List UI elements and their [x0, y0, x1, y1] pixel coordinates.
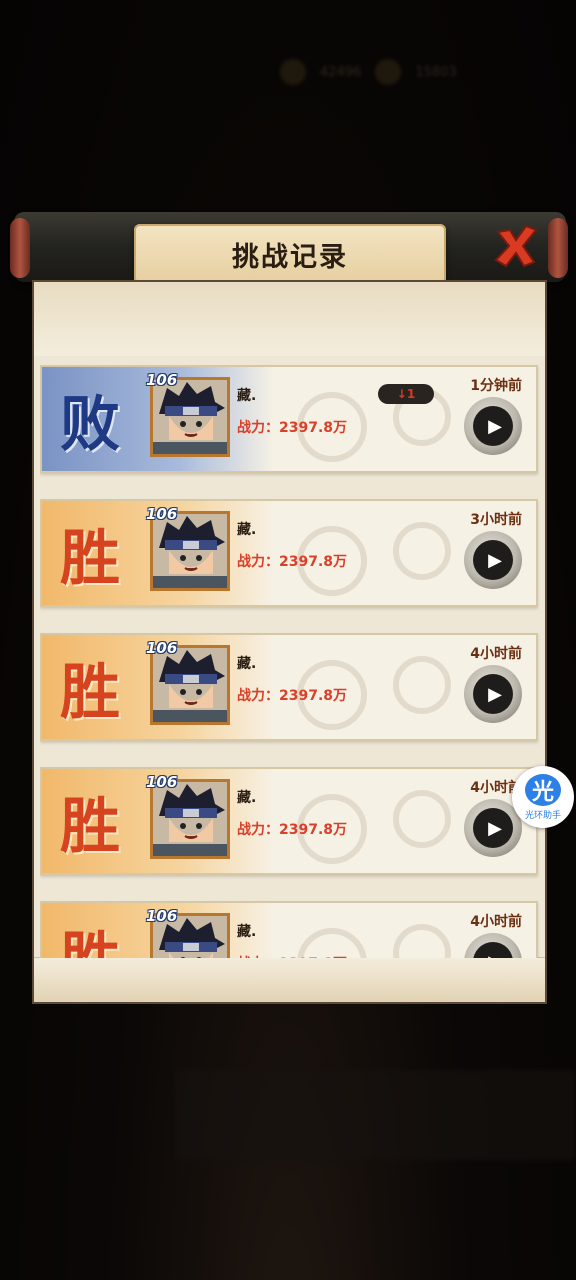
ninja-portrait-icon: [153, 514, 227, 588]
scroll-cap-left: [10, 218, 30, 278]
record-time: 3小时前: [470, 512, 522, 528]
ninja-portrait-icon: [153, 782, 227, 856]
replay-button[interactable]: ▶: [464, 665, 522, 723]
replay-button[interactable]: ▶: [464, 531, 522, 589]
panel-footer-band: [34, 957, 545, 1002]
record-card: 胜 106 藏. 战力：2397.8万 3小时前 ▶: [40, 499, 538, 607]
ninja-portrait-icon: [153, 380, 227, 454]
rank-change-badge: ↓1: [378, 384, 434, 404]
replay-play-icon: ▶: [473, 406, 513, 446]
floating-assistant-button[interactable]: 光 光环助手: [512, 766, 574, 828]
opponent-power: 战力：2397.8万: [237, 420, 348, 436]
opponent-avatar[interactable]: [150, 511, 230, 591]
record-card: 胜 106 藏. 战力：2397.8万 4小时前 ▶: [40, 767, 538, 875]
opponent-level: 106: [146, 773, 178, 791]
record-card: 胜 106 藏. 战力：2397.8万 4小时前 ▶: [40, 633, 538, 741]
scroll-cap-right: [548, 218, 568, 278]
dialog-title-plate: 挑战记录: [134, 224, 446, 284]
opponent-power: 战力：2397.8万: [237, 688, 348, 704]
opponent-name: 藏.: [237, 522, 257, 538]
close-x-icon: [494, 224, 538, 268]
result-text: 败: [60, 389, 120, 460]
assistant-label: 光环助手: [524, 810, 561, 821]
opponent-level: 106: [146, 639, 178, 657]
opponent-level: 106: [146, 505, 178, 523]
result-text: 胜: [60, 657, 120, 728]
opponent-power: 战力：2397.8万: [237, 554, 348, 570]
dialog-title: 挑战记录: [232, 241, 348, 273]
replay-play-icon: ▶: [473, 674, 513, 714]
result-text: 胜: [60, 912, 120, 959]
opponent-level: 106: [146, 371, 178, 389]
panel-header-band: [34, 282, 545, 356]
record-list[interactable]: 败 106 藏. 战力：2397.8万 1分钟前 ▶ ↓1 胜 106 藏. 战…: [40, 365, 540, 958]
opponent-avatar[interactable]: [150, 377, 230, 457]
result-text: 胜: [60, 523, 120, 594]
assistant-glyph: 光: [525, 773, 561, 806]
opponent-avatar[interactable]: [150, 645, 230, 725]
replay-play-icon: ▶: [473, 942, 513, 958]
close-button[interactable]: [490, 220, 542, 272]
record-time: 1分钟前: [470, 378, 522, 394]
opponent-name: 藏.: [237, 656, 257, 672]
result-text: 胜: [60, 791, 120, 862]
record-card: 败 106 藏. 战力：2397.8万 1分钟前 ▶ ↓1: [40, 365, 538, 473]
opponent-name: 藏.: [237, 388, 257, 404]
opponent-power: 战力：2397.8万: [237, 822, 348, 838]
opponent-name: 藏.: [237, 924, 257, 940]
opponent-level: 106: [146, 907, 178, 925]
record-time: 4小时前: [470, 914, 522, 930]
ninja-portrait-icon: [153, 648, 227, 722]
opponent-avatar[interactable]: [150, 779, 230, 859]
opponent-name: 藏.: [237, 790, 257, 806]
replay-play-icon: ▶: [473, 540, 513, 580]
record-time: 4小时前: [470, 646, 522, 662]
replay-play-icon: ▶: [473, 808, 513, 848]
record-card: 胜 106 藏. 战力：2397.8万 4小时前 ▶: [40, 901, 538, 958]
opponent-power: 战力：2397.8万: [237, 953, 347, 958]
card-decoration: [297, 924, 451, 958]
replay-button[interactable]: ▶: [464, 397, 522, 455]
